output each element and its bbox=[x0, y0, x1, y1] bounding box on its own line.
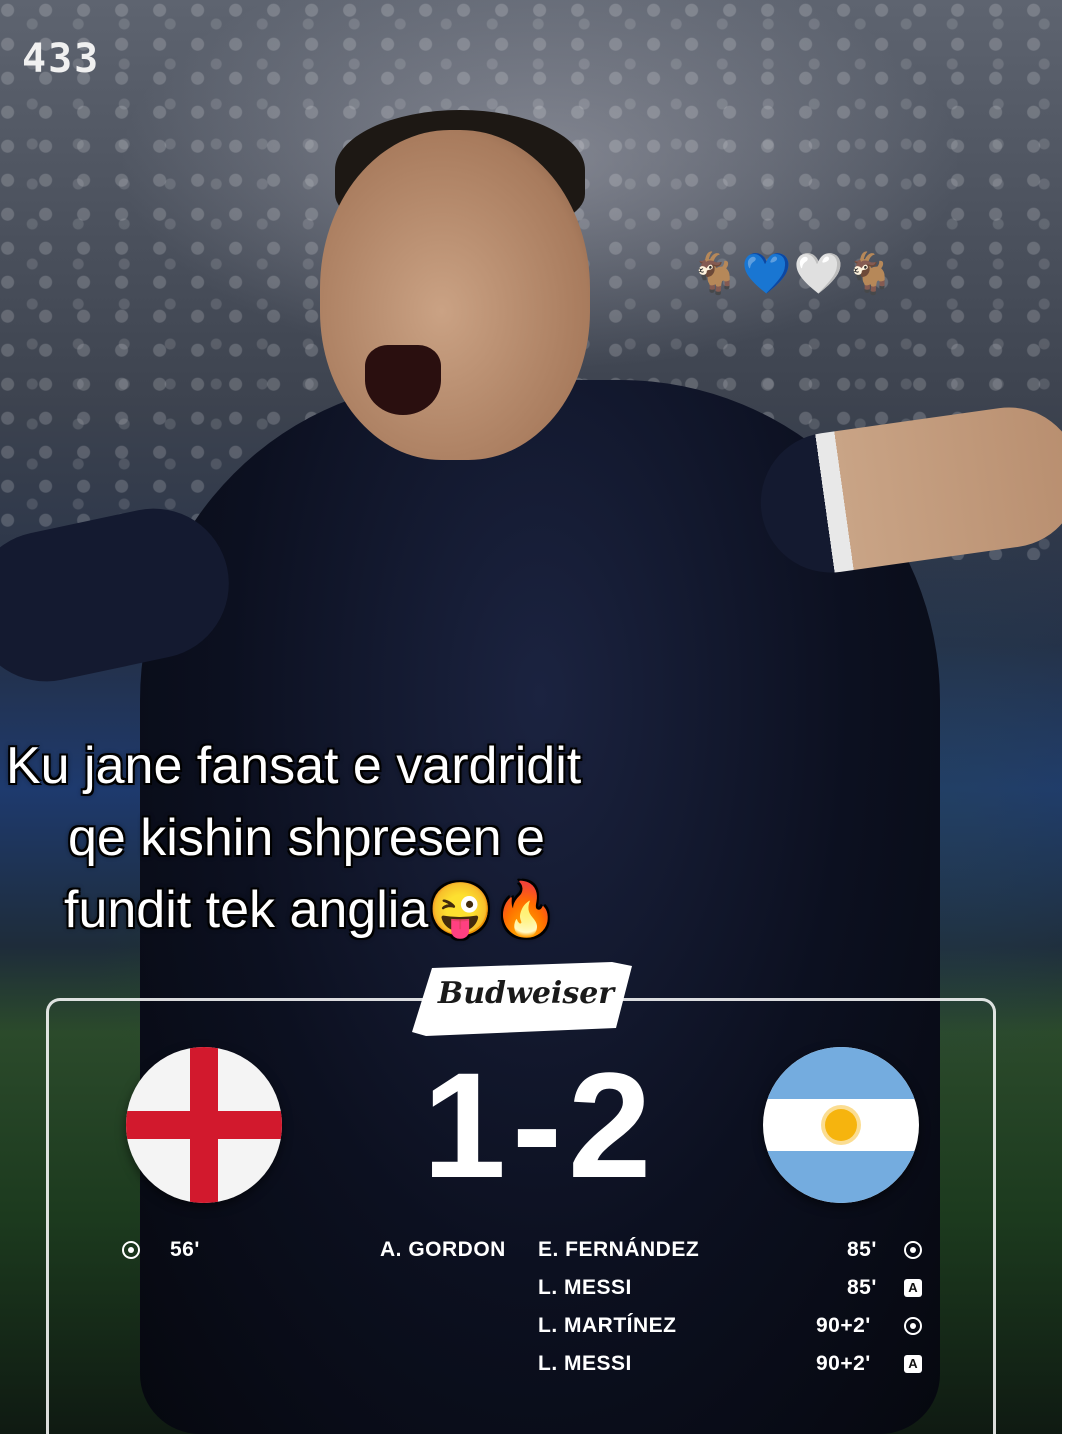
score-separator: - bbox=[512, 1041, 568, 1209]
away-score: 2 bbox=[567, 1041, 658, 1209]
sponsor-name: Budweiser bbox=[437, 976, 615, 1011]
caption-overlay: Ku jane fansat e vardridit qe kishin shp… bbox=[6, 730, 706, 946]
match-score: 1-2 bbox=[360, 1040, 720, 1210]
emoji-sticker: 🐐💙🤍🐐 bbox=[690, 251, 898, 297]
caption-line-2: qe kishin shpresen e bbox=[68, 809, 545, 867]
home-score: 1 bbox=[422, 1041, 513, 1209]
sponsor-badge: Budweiser bbox=[412, 962, 634, 1036]
england-flag-icon bbox=[126, 1047, 282, 1203]
brand-logo: 433 bbox=[22, 36, 101, 82]
sun-of-may-icon bbox=[825, 1109, 857, 1141]
player-head bbox=[320, 130, 590, 460]
caption-line-3: fundit tek anglia😜🔥 bbox=[64, 881, 558, 939]
argentina-flag-icon bbox=[763, 1047, 919, 1203]
player-mouth bbox=[365, 345, 441, 415]
edge-strip bbox=[1062, 0, 1080, 1434]
caption-line-1: Ku jane fansat e vardridit bbox=[6, 737, 582, 795]
